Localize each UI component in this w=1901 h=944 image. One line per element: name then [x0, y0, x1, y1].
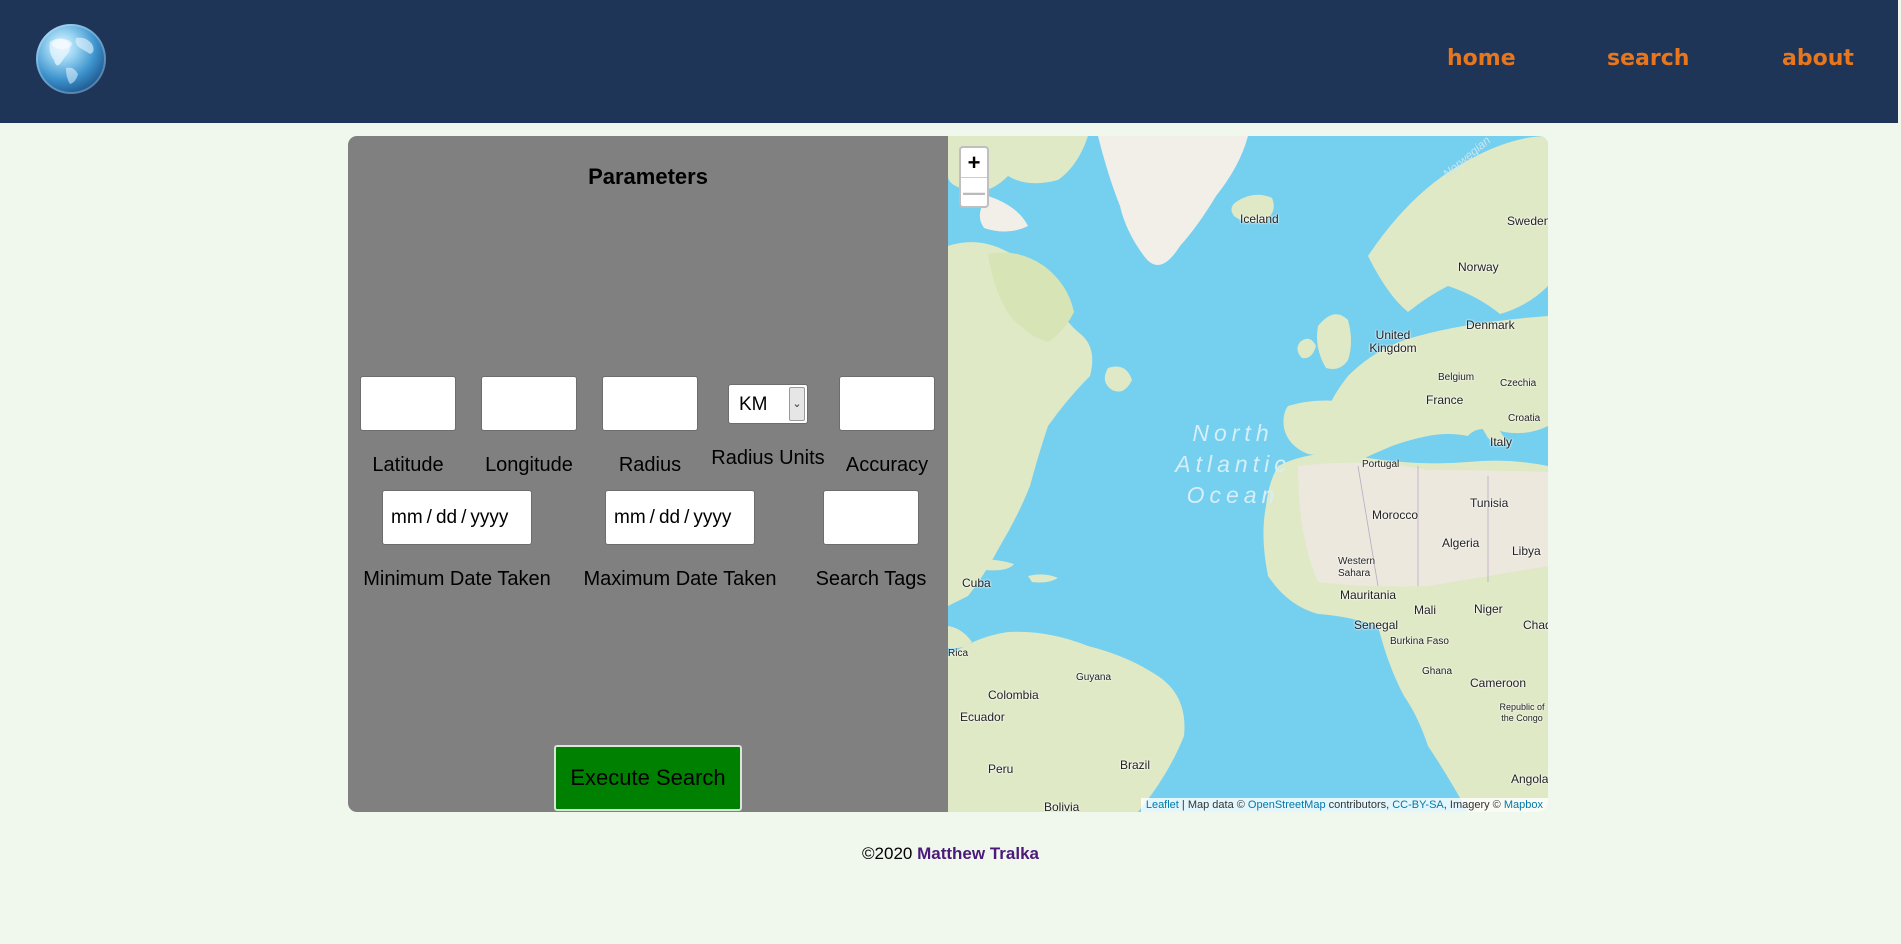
- map-place-label: Senegal: [1354, 618, 1399, 632]
- longitude-input[interactable]: [481, 376, 577, 431]
- map-place-label: Morocco: [1372, 508, 1419, 522]
- date-separator: /: [649, 506, 655, 528]
- parameters-panel: Parameters Latitude Longitude Radius KM …: [348, 136, 948, 812]
- map-place-label: Ecuador: [960, 710, 1005, 724]
- map-place-label: Ghana: [1422, 666, 1453, 677]
- month-placeholder: mm: [391, 506, 423, 528]
- execute-search-button[interactable]: Execute Search: [554, 745, 742, 811]
- map-place-label: Czechia: [1500, 378, 1537, 389]
- map-place-label: Rica: [948, 648, 969, 659]
- map-place-label: Mauritania: [1340, 588, 1397, 602]
- map-place-label: Western Sahara: [1338, 556, 1376, 579]
- leaflet-link[interactable]: Leaflet: [1146, 799, 1179, 811]
- latitude-input[interactable]: [360, 376, 456, 431]
- radius-input[interactable]: [602, 376, 698, 431]
- map-place-label: Denmark: [1466, 318, 1515, 332]
- nav-about-link[interactable]: about: [1782, 46, 1854, 71]
- license-link[interactable]: CC-BY-SA: [1392, 799, 1444, 811]
- min-date-input[interactable]: mm / dd / yyyy: [382, 490, 532, 545]
- ocean-label-line: North: [1192, 420, 1274, 446]
- search-panel: Parameters Latitude Longitude Radius KM …: [348, 136, 1548, 812]
- map-place-label: Colombia: [988, 688, 1039, 702]
- map-place-label: Chad: [1523, 618, 1548, 632]
- day-placeholder: dd: [658, 506, 681, 528]
- map-place-label: Cameroon: [1470, 676, 1527, 690]
- longitude-label: Longitude: [485, 454, 573, 476]
- radius-label: Radius: [618, 454, 682, 476]
- map-place-label: Sweden: [1507, 214, 1548, 228]
- map-place-label: Tunisia: [1470, 496, 1509, 510]
- attribution-text: | Map data ©: [1178, 799, 1248, 811]
- date-separator: /: [461, 506, 467, 528]
- map-place-label: Mali: [1414, 603, 1437, 617]
- map-view[interactable]: + — North Atlantic Ocean Norwegian Icela…: [948, 136, 1548, 812]
- accuracy-input[interactable]: [839, 376, 935, 431]
- min-date-label: Minimum Date Taken: [363, 568, 551, 590]
- map-place-label: Burkina Faso: [1390, 636, 1449, 647]
- month-placeholder: mm: [614, 506, 646, 528]
- map-place-label: Libya: [1512, 544, 1541, 558]
- map-place-label: Belgium: [1438, 372, 1475, 383]
- ocean-label-line: Atlantic: [1175, 451, 1291, 477]
- map-place-label: Republic of the Congo: [1499, 702, 1545, 723]
- year-placeholder: yyyy: [693, 506, 732, 528]
- max-date-input[interactable]: mm / dd / yyyy: [605, 490, 755, 545]
- radius-units-select[interactable]: KM ⌄: [728, 384, 808, 424]
- nav-home-link[interactable]: home: [1447, 46, 1516, 71]
- chevron-down-icon[interactable]: ⌄: [789, 387, 805, 421]
- site-footer: ©2020 Matthew Tralka: [0, 844, 1901, 864]
- openstreetmap-link[interactable]: OpenStreetMap: [1248, 799, 1326, 811]
- map-place-label: Portugal: [1362, 459, 1400, 470]
- copyright-text: ©2020: [862, 844, 913, 863]
- author-link[interactable]: Matthew Tralka: [917, 844, 1039, 863]
- radius-units-label: Radius Units: [711, 447, 825, 469]
- attribution-text: , Imagery ©: [1443, 799, 1504, 811]
- map-place-label: Bolivia: [1044, 800, 1080, 812]
- map-place-label: Croatia: [1508, 413, 1541, 424]
- search-tags-input[interactable]: [823, 490, 919, 545]
- map-place-label: United Kingdom: [1369, 328, 1417, 355]
- zoom-in-button[interactable]: +: [961, 148, 987, 178]
- map-place-label: Cuba: [962, 576, 991, 590]
- map-attribution: Leaflet | Map data © OpenStreetMap contr…: [1140, 798, 1548, 812]
- date-separator: /: [684, 506, 690, 528]
- day-placeholder: dd: [435, 506, 458, 528]
- map-place-label: Guyana: [1076, 672, 1112, 683]
- ocean-label: North Atlantic Ocean: [1153, 418, 1313, 511]
- parameters-title: Parameters: [588, 164, 708, 189]
- zoom-control: + —: [959, 146, 989, 208]
- globe-logo-icon[interactable]: [36, 24, 106, 94]
- accuracy-label: Accuracy: [845, 454, 929, 476]
- map-place-label: Peru: [988, 762, 1014, 776]
- zoom-out-button[interactable]: —: [961, 178, 987, 207]
- map-place-label: Italy: [1490, 435, 1513, 449]
- map-place-label: Iceland: [1240, 212, 1279, 226]
- year-placeholder: yyyy: [470, 506, 509, 528]
- map-place-label: France: [1426, 393, 1464, 407]
- nav-search-link[interactable]: search: [1607, 46, 1689, 71]
- radius-units-value: KM: [739, 394, 768, 415]
- map-place-label: Norway: [1458, 260, 1499, 274]
- ocean-label-line: Ocean: [1186, 482, 1280, 508]
- max-date-label: Maximum Date Taken: [583, 568, 777, 590]
- map-place-label: Algeria: [1442, 536, 1480, 550]
- attribution-text: contributors,: [1325, 799, 1393, 811]
- site-header: home search about: [0, 0, 1898, 123]
- mapbox-link[interactable]: Mapbox: [1504, 799, 1543, 811]
- latitude-label: Latitude: [372, 454, 444, 476]
- map-place-label: Angola: [1511, 772, 1548, 786]
- map-place-label: Brazil: [1120, 758, 1151, 772]
- map-place-label: Niger: [1474, 602, 1503, 616]
- search-tags-label: Search Tags: [815, 568, 927, 590]
- date-separator: /: [426, 506, 432, 528]
